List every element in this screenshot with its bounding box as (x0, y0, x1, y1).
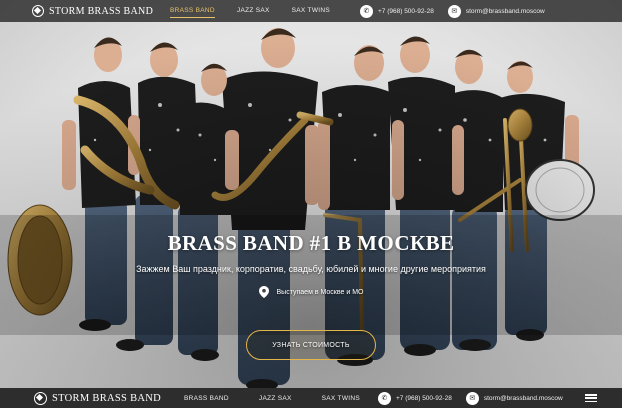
bottom-nav-jazz-sax[interactable]: JAZZ SAX (259, 392, 292, 405)
bottom-phone-number: +7 (968) 500-92-28 (396, 394, 452, 402)
hero-section: STORM BRASS BAND BRASS BAND JAZZ SAX SAX… (0, 0, 622, 408)
storm-logo-icon (32, 5, 44, 17)
email-icon: ✉ (447, 4, 461, 18)
get-price-button[interactable]: УЗНАТЬ СТОИМОСТЬ (246, 330, 376, 360)
hamburger-menu-icon[interactable] (584, 394, 597, 402)
main-nav: BRASS BAND JAZZ SAX SAX TWINS (170, 4, 352, 18)
hero-subtitle: Зажжем Ваш праздник, корпоратив, свадьбу… (136, 264, 486, 274)
bottom-nav-brass-band[interactable]: BRASS BAND (184, 392, 229, 405)
brand-logo[interactable]: STORM BRASS BAND (32, 5, 170, 17)
storm-logo-icon (34, 391, 47, 405)
bottom-nav: BRASS BAND JAZZ SAX SAX TWINS (184, 392, 378, 405)
top-navigation-bar: STORM BRASS BAND BRASS BAND JAZZ SAX SAX… (0, 0, 622, 22)
hero-title: BRASS BAND #1 В МОСКВЕ (167, 231, 455, 255)
map-pin-icon (258, 286, 269, 298)
bottom-brand-name: STORM BRASS BAND (52, 392, 162, 404)
nav-jazz-sax[interactable]: JAZZ SAX (237, 4, 270, 18)
email-address: storm@brassband.moscow (465, 7, 545, 15)
hero-location: Выступаем в Москве и МО (0, 286, 622, 298)
bottom-nav-sax-twins[interactable]: SAX TWINS (322, 392, 360, 405)
bottom-email-contact[interactable]: ✉ storm@brassband.moscow (465, 391, 563, 405)
phone-contact[interactable]: ✆ +7 (968) 500-92-28 (360, 4, 434, 18)
phone-number: +7 (968) 500-92-28 (378, 7, 434, 15)
nav-brass-band[interactable]: BRASS BAND (170, 4, 215, 18)
phone-icon: ✆ (360, 4, 373, 18)
bottom-phone-contact[interactable]: ✆ +7 (968) 500-92-28 (378, 391, 452, 405)
email-contact[interactable]: ✉ storm@brassband.moscow (447, 4, 545, 18)
phone-icon: ✆ (378, 391, 391, 405)
bottom-email-address: storm@brassband.moscow (483, 394, 563, 402)
bottom-navigation-bar: STORM BRASS BAND BRASS BAND JAZZ SAX SAX… (0, 388, 622, 408)
location-text: Выступаем в Москве и МО (276, 288, 364, 296)
email-icon: ✉ (465, 391, 479, 405)
brand-name: STORM BRASS BAND (49, 5, 154, 17)
bottom-brand-logo[interactable]: STORM BRASS BAND (34, 391, 184, 405)
nav-sax-twins[interactable]: SAX TWINS (292, 4, 330, 18)
